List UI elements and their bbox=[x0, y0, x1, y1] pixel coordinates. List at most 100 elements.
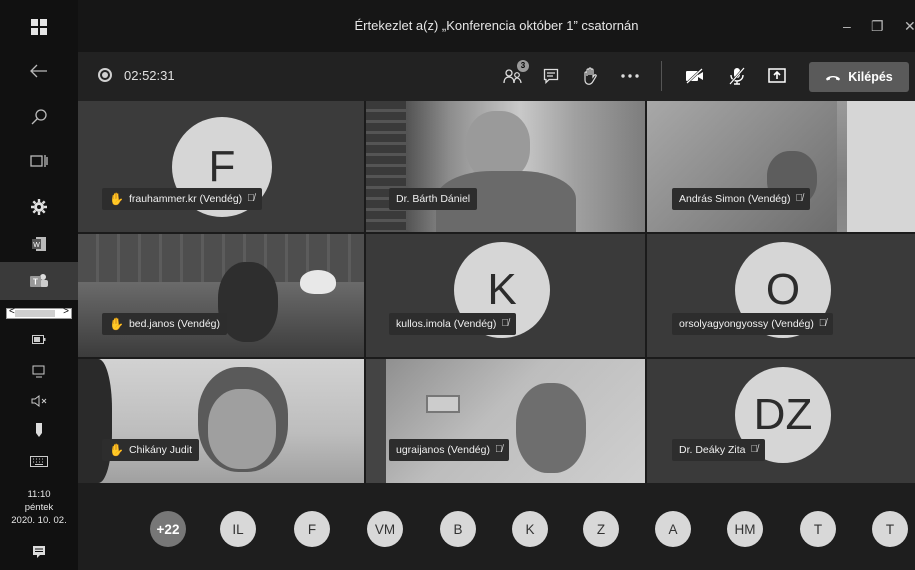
participant-name-tag: ugraijanos (Vendég) 🎙̸ bbox=[389, 439, 510, 461]
participant-tile[interactable]: ugraijanos (Vendég) 🎙̸ bbox=[366, 359, 645, 483]
roster-avatar[interactable]: B bbox=[440, 511, 476, 547]
bookshelf-background bbox=[366, 101, 406, 232]
participants-count-badge: 3 bbox=[517, 60, 529, 72]
participant-name-tag: ✋ bed.janos (Vendég) bbox=[102, 313, 228, 335]
volume-muted-icon[interactable] bbox=[0, 392, 78, 410]
wall-sign-decoration bbox=[426, 395, 460, 413]
mic-off-icon: 🎙̸ bbox=[795, 193, 803, 204]
roster-avatar[interactable]: A bbox=[655, 511, 691, 547]
camera-off-icon bbox=[686, 68, 703, 84]
pen-workspace-icon[interactable] bbox=[0, 420, 78, 440]
raised-hand-icon: ✋ bbox=[109, 443, 124, 457]
participant-name-tag: András Simon (Vendég) 🎙̸ bbox=[672, 188, 810, 210]
mic-off-icon bbox=[729, 67, 745, 85]
participant-name-tag: Dr. Deáky Zita 🎙̸ bbox=[672, 439, 766, 461]
mic-off-icon: 🎙̸ bbox=[247, 193, 255, 204]
roster-avatar[interactable]: VM bbox=[367, 511, 403, 547]
video-grid: F ✋ frauhammer.kr (Vendég) 🎙̸ Dr. Bárth … bbox=[78, 101, 915, 483]
clock-time: 11:10 bbox=[27, 489, 51, 500]
share-screen-button[interactable] bbox=[763, 62, 791, 90]
windows-start-icon[interactable] bbox=[0, 14, 78, 40]
raise-hand-icon bbox=[584, 67, 597, 85]
participant-name: orsolyagyongyossy (Vendég) bbox=[679, 318, 814, 330]
teams-app-icon[interactable]: T bbox=[0, 262, 78, 300]
participant-name: Chikány Judit bbox=[128, 444, 192, 456]
raised-hand-icon: ✋ bbox=[109, 317, 124, 331]
raised-hand-icon: ✋ bbox=[109, 192, 124, 206]
svg-text:T: T bbox=[33, 278, 38, 287]
mic-off-icon: 🎙̸ bbox=[494, 444, 503, 455]
share-screen-icon bbox=[768, 68, 786, 83]
leave-button[interactable]: Kilépés bbox=[809, 62, 909, 92]
participant-name: frauhammer.kr (Vendég) bbox=[128, 193, 243, 205]
participant-tile[interactable]: K kullos.imola (Vendég) 🎙̸ bbox=[366, 234, 645, 357]
windows-taskbar: W T < > 11:10 péntek 2020. 10. 02. bbox=[0, 0, 78, 570]
toolbar-divider bbox=[661, 61, 662, 91]
roster-avatar[interactable]: F bbox=[294, 511, 330, 547]
wall-edge-background bbox=[366, 359, 386, 483]
meeting-timer: 02:52:31 bbox=[124, 68, 175, 83]
mic-toggle-button[interactable] bbox=[723, 62, 751, 90]
touch-keyboard-icon[interactable] bbox=[0, 452, 78, 470]
clock-day: péntek bbox=[24, 502, 54, 513]
settings-gear-icon[interactable] bbox=[0, 195, 78, 219]
roster-avatar[interactable]: IL bbox=[220, 511, 256, 547]
participant-name: Dr. Bárth Dániel bbox=[396, 193, 471, 205]
chat-icon bbox=[543, 68, 559, 84]
svg-text:W: W bbox=[33, 242, 40, 249]
participant-tile[interactable]: DZ Dr. Deáky Zita 🎙̸ bbox=[647, 359, 915, 483]
participant-tile[interactable]: András Simon (Vendég) 🎙̸ bbox=[647, 101, 915, 232]
leave-label: Kilépés bbox=[848, 70, 893, 84]
participant-tile[interactable]: F ✋ frauhammer.kr (Vendég) 🎙̸ bbox=[78, 101, 364, 232]
show-conversation-button[interactable] bbox=[537, 62, 565, 90]
participant-tile[interactable]: Dr. Bárth Dániel bbox=[366, 101, 645, 232]
taskbar-scrollbar[interactable]: < > bbox=[6, 306, 72, 319]
participant-name: kullos.imola (Vendég) bbox=[396, 318, 497, 330]
lamp-decoration bbox=[300, 270, 336, 294]
participant-tile[interactable]: ✋ bed.janos (Vendég) bbox=[78, 234, 364, 357]
participant-name: ugraijanos (Vendég) bbox=[396, 444, 490, 456]
more-participants-button[interactable]: +22 bbox=[150, 511, 186, 547]
roster-avatar[interactable]: T bbox=[800, 511, 836, 547]
roster-avatar[interactable]: HM bbox=[727, 511, 763, 547]
show-participants-button[interactable]: 3 bbox=[499, 60, 529, 90]
roster-avatar[interactable]: K bbox=[512, 511, 548, 547]
search-icon[interactable] bbox=[0, 104, 78, 130]
participant-name: Dr. Deáky Zita bbox=[679, 444, 746, 456]
participant-name: bed.janos (Vendég) bbox=[128, 318, 221, 330]
close-button[interactable]: ✕ bbox=[904, 18, 915, 35]
participant-tile[interactable]: ✋ Chikány Judit bbox=[78, 359, 364, 483]
network-icon[interactable] bbox=[0, 362, 78, 380]
task-view-icon[interactable] bbox=[0, 148, 78, 174]
mic-off-icon: 🎙̸ bbox=[750, 444, 759, 455]
minimize-button[interactable]: – bbox=[843, 18, 851, 34]
participant-name-tag: Dr. Bárth Dániel bbox=[389, 188, 478, 210]
participant-name-tag: ✋ frauhammer.kr (Vendég) 🎙̸ bbox=[102, 188, 262, 210]
clock-date: 2020. 10. 02. bbox=[11, 515, 67, 526]
roster-avatar[interactable]: Z bbox=[583, 511, 619, 547]
participant-name-tag: ✋ Chikány Judit bbox=[102, 439, 199, 461]
camera-toggle-button[interactable] bbox=[681, 62, 709, 90]
back-arrow-icon[interactable] bbox=[0, 58, 78, 84]
notifications-icon[interactable] bbox=[0, 542, 78, 562]
mic-off-icon: 🎙̸ bbox=[818, 318, 827, 329]
video-person-head bbox=[516, 383, 586, 473]
raise-hand-button[interactable] bbox=[576, 62, 604, 90]
participant-name: András Simon (Vendég) bbox=[679, 193, 791, 205]
word-app-icon[interactable]: W bbox=[0, 232, 78, 256]
restore-button[interactable]: ❐ bbox=[871, 18, 884, 35]
recording-indicator-icon bbox=[98, 68, 112, 82]
participant-name-tag: kullos.imola (Vendég) 🎙̸ bbox=[389, 313, 516, 335]
participant-tile[interactable]: O orsolyagyongyossy (Vendég) 🎙̸ bbox=[647, 234, 915, 357]
participant-roster-bar: +22 IL F VM B K Z A HM T T bbox=[78, 483, 915, 570]
hang-up-icon bbox=[826, 76, 841, 81]
battery-icon[interactable] bbox=[0, 330, 78, 348]
roster-avatar[interactable]: T bbox=[872, 511, 908, 547]
window-light-background bbox=[847, 101, 915, 232]
more-dots-icon bbox=[621, 74, 639, 78]
foreground-shadow bbox=[78, 359, 112, 483]
more-actions-button[interactable] bbox=[616, 62, 644, 90]
video-person-face bbox=[208, 389, 276, 469]
taskbar-clock[interactable]: 11:10 péntek 2020. 10. 02. bbox=[0, 488, 78, 527]
participant-name-tag: orsolyagyongyossy (Vendég) 🎙̸ bbox=[672, 313, 834, 335]
